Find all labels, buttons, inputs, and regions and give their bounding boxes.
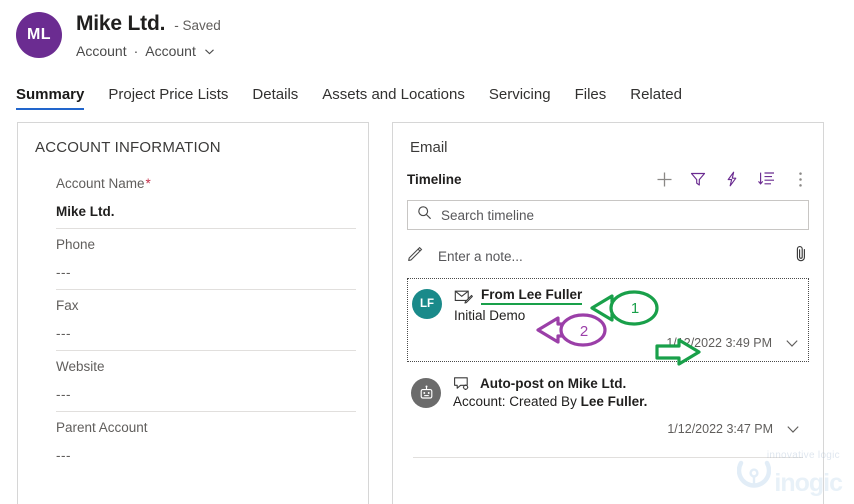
- search-input[interactable]: Search timeline: [441, 208, 534, 223]
- timeline-item-headline[interactable]: From Lee Fuller: [481, 287, 583, 305]
- email-icon: [454, 289, 474, 304]
- page-title: Mike Ltd.: [76, 12, 166, 35]
- required-marker: *: [145, 176, 151, 191]
- field-phone: Phone ---: [18, 229, 368, 289]
- search-icon: [417, 205, 432, 225]
- tab-related[interactable]: Related: [630, 86, 682, 110]
- timeline-label: Timeline: [407, 171, 462, 187]
- annotation-2-number: 2: [579, 322, 589, 340]
- field-label: Fax: [56, 298, 79, 313]
- field-label: Account Name*: [56, 176, 151, 191]
- divider: [413, 457, 803, 458]
- timeline-item-subject: Account: Created By Lee Fuller.: [453, 394, 648, 409]
- timeline-toolbar: [655, 170, 809, 188]
- timeline-item-date: 1/12/2022 3:49 PM: [666, 336, 772, 350]
- chevron-down-icon[interactable]: [203, 45, 216, 58]
- timeline-header: Timeline: [407, 170, 809, 188]
- filter-icon[interactable]: [689, 170, 707, 188]
- tab-files[interactable]: Files: [575, 86, 607, 110]
- more-vertical-icon[interactable]: [791, 170, 809, 188]
- timeline-item-footer: 1/12/2022 3:47 PM: [453, 421, 803, 437]
- timeline-item-footer: 1/12/2022 3:49 PM: [454, 335, 802, 351]
- breadcrumb-form[interactable]: Account: [145, 43, 196, 59]
- flow-icon[interactable]: [723, 170, 741, 188]
- field-fax: Fax ---: [18, 290, 368, 350]
- app-window: ML Mike Ltd. - Saved Account · Account S…: [0, 0, 854, 504]
- timeline-item-content: Auto-post on Mike Ltd. Account: Created …: [411, 376, 803, 437]
- field-list: Account Name* Mike Ltd. Phone --- Fax --…: [18, 168, 368, 472]
- form-tabs: Summary Project Price Lists Details Asse…: [0, 76, 854, 110]
- tabstrip: Summary Project Price Lists Details Asse…: [0, 76, 854, 110]
- tab-assets-and-locations[interactable]: Assets and Locations: [322, 86, 465, 110]
- note-input-row[interactable]: Enter a note...: [407, 238, 809, 274]
- chevron-down-icon[interactable]: [784, 335, 800, 351]
- email-timeline-card: Email Timeline Search timeline Enter a n…: [392, 122, 824, 504]
- field-parent-account: Parent Account ---: [18, 412, 368, 472]
- field-value-parent-account[interactable]: ---: [56, 435, 368, 472]
- timeline-item-body: Auto-post on Mike Ltd. Account: Created …: [453, 376, 803, 437]
- timeline-item-auto-post[interactable]: Auto-post on Mike Ltd. Account: Created …: [407, 368, 809, 447]
- timeline-item-body: From Lee Fuller Initial Demo 1/12/2022 3…: [454, 287, 802, 351]
- timeline-item-date: 1/12/2022 3:47 PM: [667, 422, 773, 436]
- add-icon[interactable]: [655, 170, 673, 188]
- timeline-item-headline[interactable]: Auto-post on Mike Ltd.: [480, 376, 626, 391]
- avatar: LF: [412, 289, 442, 319]
- avatar-initials: ML: [26, 26, 52, 43]
- field-website: Website ---: [18, 351, 368, 411]
- tab-servicing[interactable]: Servicing: [489, 86, 551, 110]
- save-status: - Saved: [174, 18, 221, 33]
- sort-icon[interactable]: [757, 170, 775, 188]
- timeline-item-content: LF From Lee Fuller Initial Demo 1/12/202…: [412, 287, 802, 351]
- search-timeline-box[interactable]: Search timeline: [407, 200, 809, 230]
- record-header: ML Mike Ltd. - Saved Account · Account: [0, 0, 854, 72]
- tab-details[interactable]: Details: [252, 86, 298, 110]
- field-value-phone[interactable]: ---: [56, 252, 368, 289]
- avatar: ML: [16, 12, 62, 58]
- breadcrumb-entity[interactable]: Account: [76, 43, 127, 59]
- field-label: Website: [56, 359, 105, 374]
- field-label: Phone: [56, 237, 96, 252]
- timeline-item-email[interactable]: LF From Lee Fuller Initial Demo 1/12/202…: [407, 278, 809, 362]
- timeline-item-subject-author: Lee Fuller.: [580, 394, 648, 409]
- field-value-fax[interactable]: ---: [56, 313, 368, 350]
- field-account-name: Account Name* Mike Ltd.: [18, 168, 368, 228]
- title-row: Mike Ltd. - Saved: [76, 12, 221, 36]
- breadcrumb-separator: ·: [133, 43, 139, 59]
- account-information-card: ACCOUNT INFORMATION Account Name* Mike L…: [17, 122, 369, 504]
- tab-summary[interactable]: Summary: [16, 86, 85, 110]
- field-value-website[interactable]: ---: [56, 374, 368, 411]
- attachment-icon[interactable]: [793, 245, 809, 267]
- note-input[interactable]: Enter a note...: [438, 249, 793, 264]
- annotation-1-number: 1: [630, 299, 640, 317]
- pencil-icon: [407, 245, 424, 267]
- bot-avatar-icon: [411, 378, 441, 408]
- timeline-item-headline-row: Auto-post on Mike Ltd.: [453, 376, 803, 391]
- field-label: Parent Account: [56, 420, 148, 435]
- avatar-initials: LF: [419, 298, 435, 310]
- panel-title-email: Email: [410, 139, 448, 156]
- auto-post-icon: [453, 376, 473, 391]
- breadcrumb: Account · Account: [76, 43, 216, 59]
- field-value-account-name[interactable]: Mike Ltd.: [56, 191, 368, 228]
- tab-project-price-lists[interactable]: Project Price Lists: [108, 86, 228, 110]
- section-title-account-information: ACCOUNT INFORMATION: [35, 139, 221, 156]
- chevron-down-icon[interactable]: [785, 421, 801, 437]
